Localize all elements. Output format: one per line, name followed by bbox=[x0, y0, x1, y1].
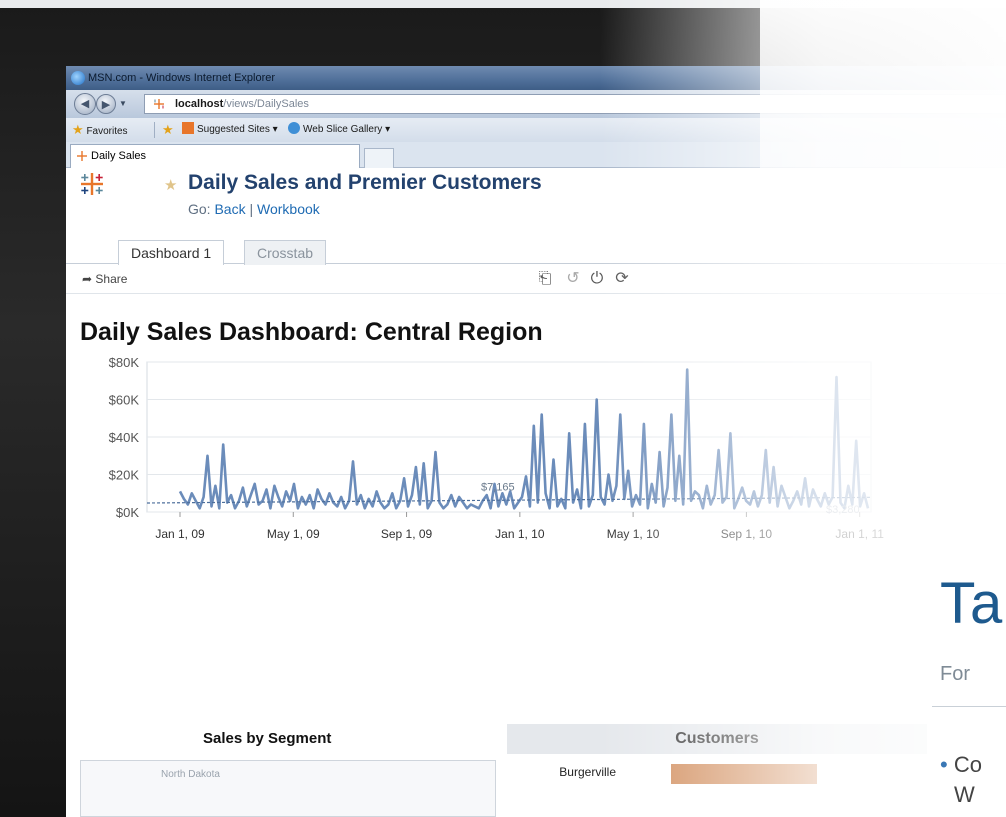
go-separator: | bbox=[249, 201, 254, 217]
share-label: Share bbox=[95, 272, 128, 286]
forward-button[interactable]: ▶ bbox=[96, 94, 116, 114]
slide-bullet: • Co W bbox=[940, 750, 982, 810]
y-tick-label: $20K bbox=[109, 468, 140, 483]
x-tick-label: Sep 1, 09 bbox=[381, 527, 433, 541]
favorite-star-icon[interactable]: ★ bbox=[164, 176, 177, 194]
browser-tab-daily-sales[interactable]: Daily Sales bbox=[70, 144, 360, 168]
back-button[interactable]: ◀ bbox=[74, 93, 96, 115]
slide-title: Ta bbox=[940, 571, 1004, 636]
suggested-sites-icon bbox=[182, 122, 194, 134]
slide-subtitle: For bbox=[940, 663, 970, 685]
back-arrow-icon: ◀ bbox=[80, 98, 90, 110]
workbook-link[interactable]: Workbook bbox=[257, 201, 320, 217]
tab-dashboard-1[interactable]: Dashboard 1 bbox=[118, 240, 225, 265]
x-tick-label: May 1, 09 bbox=[267, 527, 320, 541]
new-tab-button[interactable] bbox=[364, 148, 394, 168]
go-label: Go: bbox=[188, 201, 211, 217]
forward-arrow-icon: ▶ bbox=[101, 99, 111, 111]
tableau-logo-icon bbox=[81, 173, 103, 195]
slide-divider bbox=[932, 706, 1006, 707]
suggested-sites-label: Suggested Sites ▾ bbox=[197, 124, 278, 135]
back-link[interactable]: Back bbox=[214, 201, 245, 217]
web-slice-gallery-link[interactable]: Web Slice Gallery ▾ bbox=[288, 118, 390, 142]
favorites-star-icon: ★ bbox=[72, 122, 84, 137]
dashboard-title: Daily Sales Dashboard: Central Region bbox=[80, 318, 543, 346]
undo-icon[interactable]: ↺ bbox=[563, 269, 583, 289]
go-navigation: Go: Back | Workbook bbox=[188, 201, 320, 217]
url-path: /views/DailySales bbox=[223, 98, 309, 110]
favorites-label: Favorites bbox=[86, 126, 128, 137]
y-tick-label: $60K bbox=[109, 393, 140, 408]
y-tick-label: $0K bbox=[116, 505, 139, 520]
share-arrow-icon: ➦ bbox=[82, 272, 93, 286]
suggested-sites-link[interactable]: Suggested Sites ▾ bbox=[182, 118, 278, 142]
ie-logo-icon bbox=[71, 71, 85, 85]
window-title: MSN.com - Windows Internet Explorer bbox=[88, 72, 276, 84]
top-right-fade-overlay bbox=[760, 0, 1006, 200]
browser-tab-label: Daily Sales bbox=[91, 150, 147, 162]
map-state-label: North Dakota bbox=[161, 769, 220, 780]
x-tick-label: Jan 1, 09 bbox=[155, 527, 205, 541]
y-tick-label: $80K bbox=[109, 355, 140, 370]
workbook-title: Daily Sales and Premier Customers bbox=[188, 171, 542, 194]
share-button[interactable]: ➦ Share bbox=[82, 272, 127, 286]
annotation-label: $7,165 bbox=[481, 482, 515, 494]
bullet-dot-icon: • bbox=[940, 752, 948, 777]
x-tick-label: Jan 1, 10 bbox=[495, 527, 545, 541]
web-slice-label: Web Slice Gallery ▾ bbox=[303, 124, 391, 135]
favbar-separator bbox=[154, 122, 155, 138]
add-favorite-icon[interactable]: ★ bbox=[162, 118, 174, 144]
slide-bullet-text-2: W bbox=[954, 782, 975, 807]
web-slice-icon bbox=[288, 122, 300, 134]
tab-crosstab[interactable]: Crosstab bbox=[244, 240, 327, 265]
history-dropdown-icon[interactable]: ▼ bbox=[119, 99, 127, 108]
slide-bullet-text: Co bbox=[953, 752, 982, 777]
url-host: localhost bbox=[175, 98, 224, 110]
tableau-site-icon bbox=[154, 99, 164, 109]
y-tick-label: $40K bbox=[109, 430, 140, 445]
favorites-button[interactable]: ★ Favorites bbox=[72, 118, 128, 144]
export-icon[interactable]: ⎗ bbox=[535, 269, 555, 289]
tableau-tab-icon bbox=[77, 151, 87, 161]
segment-title: Sales by Segment bbox=[203, 730, 332, 747]
segment-map[interactable]: North Dakota bbox=[80, 760, 496, 817]
